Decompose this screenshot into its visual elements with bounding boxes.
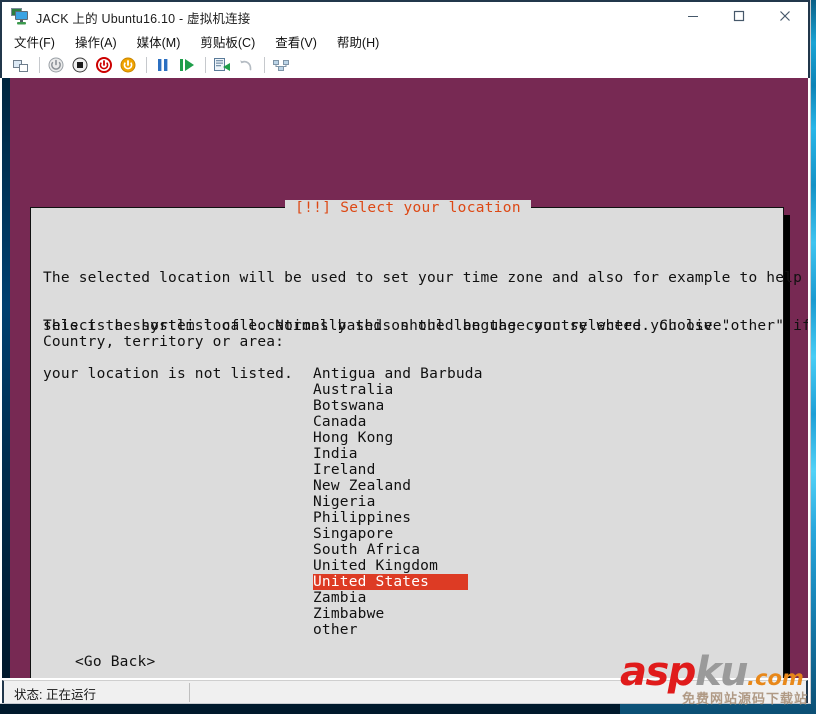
list-item[interactable]: other	[313, 622, 468, 638]
list-item[interactable]: Nigeria	[313, 494, 468, 510]
select-location-dialog: [!!] Select your location The selected l…	[30, 200, 808, 678]
shortlist-line-1: This is a shortlist of locations based o…	[43, 318, 808, 334]
close-button[interactable]	[762, 2, 808, 30]
guest-screen-left-edge	[2, 78, 10, 678]
vm-connection-window: JACK 上的 Ubuntu16.10 - 虚拟机连接 文件(F) 操作(A) …	[0, 0, 811, 704]
list-item[interactable]: United Kingdom	[313, 558, 468, 574]
shutdown-icon[interactable]	[69, 54, 91, 76]
vm-monitor-icon	[11, 8, 29, 25]
minimize-button[interactable]	[670, 2, 716, 30]
list-item-selected[interactable]: United States	[313, 574, 468, 590]
menu-view[interactable]: 查看(V)	[275, 32, 317, 51]
toolbar-separator	[264, 57, 265, 73]
menu-clipboard[interactable]: 剪贴板(C)	[200, 32, 255, 51]
menu-file[interactable]: 文件(F)	[14, 32, 55, 51]
toolbar	[0, 52, 810, 78]
status-label: 状态: 正在运行	[14, 688, 96, 702]
toolbar-separator	[146, 57, 147, 73]
window-titlebar: JACK 上的 Ubuntu16.10 - 虚拟机连接	[0, 0, 810, 30]
list-item[interactable]: Australia	[313, 382, 468, 398]
intro-line-1: The selected location will be used to se…	[43, 270, 803, 286]
maximize-button[interactable]	[716, 2, 762, 30]
list-item[interactable]: New Zealand	[313, 478, 468, 494]
power-off-icon[interactable]	[45, 54, 67, 76]
list-item[interactable]: Hong Kong	[313, 430, 468, 446]
statusbar-divider	[189, 683, 190, 702]
screen-root: JACK 上的 Ubuntu16.10 - 虚拟机连接 文件(F) 操作(A) …	[0, 0, 816, 714]
revert-checkpoint-icon[interactable]	[211, 54, 233, 76]
menubar: 文件(F) 操作(A) 媒体(M) 剪贴板(C) 查看(V) 帮助(H)	[0, 30, 810, 52]
start-icon[interactable]	[117, 54, 139, 76]
menu-action[interactable]: 操作(A)	[75, 32, 117, 51]
dialog-body: The selected location will be used to se…	[31, 208, 808, 678]
list-item[interactable]: India	[313, 446, 468, 462]
list-item[interactable]: Antigua and Barbuda	[313, 366, 482, 382]
menu-help[interactable]: 帮助(H)	[337, 32, 379, 51]
list-item[interactable]: Philippines	[313, 510, 468, 526]
list-item[interactable]: Zambia	[313, 590, 468, 606]
turn-off-icon[interactable]	[93, 54, 115, 76]
dialog-buttons: <Go Back>	[75, 654, 155, 670]
vm-guest-screen[interactable]: [!!] Select your location The selected l…	[2, 78, 808, 678]
list-item[interactable]: Botswana	[313, 398, 468, 414]
country-list-label: Country, territory or area:	[43, 334, 285, 350]
menu-media[interactable]: 媒体(M)	[137, 32, 181, 51]
undo-icon[interactable]	[235, 54, 257, 76]
list-item[interactable]: Zimbabwe	[313, 606, 468, 622]
window-title: JACK 上的 Ubuntu16.10 - 虚拟机连接	[36, 12, 251, 26]
go-back-button[interactable]: <Go Back>	[75, 654, 155, 670]
list-item[interactable]: South Africa	[313, 542, 468, 558]
list-item[interactable]: Ireland	[313, 462, 468, 478]
country-list[interactable]: Antigua and Barbuda Australia Botswana C…	[313, 366, 613, 638]
checkpoint-icon[interactable]	[10, 54, 32, 76]
toolbar-separator	[205, 57, 206, 73]
toolbar-separator	[39, 57, 40, 73]
resume-icon[interactable]	[176, 54, 198, 76]
statusbar: 状态: 正在运行	[2, 680, 808, 703]
list-item[interactable]: Canada	[313, 414, 468, 430]
pause-icon[interactable]	[152, 54, 174, 76]
list-item[interactable]: Singapore	[313, 526, 468, 542]
window-controls	[670, 2, 808, 30]
enhanced-session-icon[interactable]	[270, 54, 292, 76]
